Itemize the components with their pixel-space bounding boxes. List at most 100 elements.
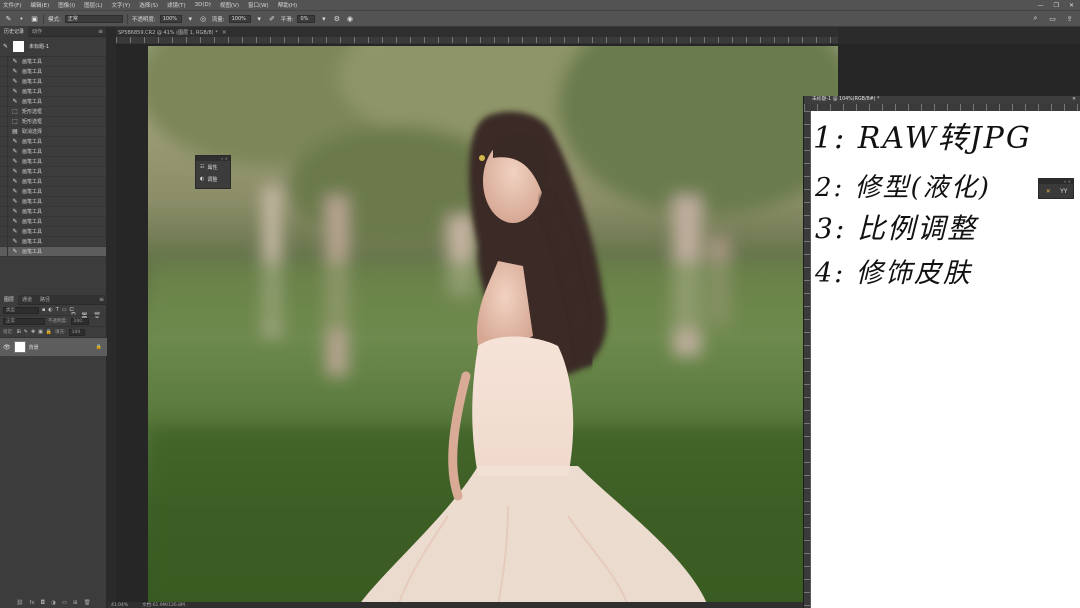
history-item[interactable]: ✎ 画笔工具: [0, 236, 106, 247]
history-snapshot[interactable]: ✎ 未标题-1: [0, 37, 106, 57]
history-source-checkbox[interactable]: [0, 86, 8, 97]
close-button[interactable]: ✕: [1069, 2, 1074, 9]
menu-select[interactable]: 选择(S): [139, 1, 158, 9]
airbrush-icon[interactable]: ✐: [268, 14, 277, 23]
history-source-checkbox[interactable]: [0, 96, 8, 107]
history-item[interactable]: ✎ 画笔工具: [0, 216, 106, 227]
history-item[interactable]: ✎ 画笔工具: [0, 76, 106, 87]
history-item[interactable]: ✎ 画笔工具: [0, 226, 106, 237]
history-item[interactable]: ✎ 画笔工具: [0, 196, 106, 207]
history-item[interactable]: ✎ 画笔工具: [0, 146, 106, 157]
menu-layer[interactable]: 图层(L): [84, 1, 102, 9]
history-item[interactable]: ✎ 画笔工具: [0, 156, 106, 167]
layer-opacity-input[interactable]: 100: [70, 317, 89, 325]
chevron-down-icon[interactable]: ▾: [319, 14, 328, 23]
adjustments-button[interactable]: ◐ 调整: [196, 173, 230, 185]
menu-help[interactable]: 帮助(H): [278, 1, 297, 9]
photo-canvas[interactable]: [148, 46, 838, 606]
history-item[interactable]: ✎ 画笔工具: [0, 86, 106, 97]
history-source-checkbox[interactable]: [0, 56, 8, 67]
layer-item-background[interactable]: 👁 背景 🔒: [0, 338, 107, 356]
menu-image[interactable]: 图像(I): [58, 1, 75, 9]
tab-history[interactable]: 历史记录: [0, 26, 29, 37]
workspace-icon[interactable]: ▭: [1048, 14, 1057, 23]
flow-input[interactable]: 100%: [228, 14, 251, 23]
history-item[interactable]: ✎ 画笔工具: [0, 56, 106, 67]
menu-edit[interactable]: 编辑(E): [30, 1, 49, 9]
minimize-button[interactable]: —: [1038, 2, 1044, 9]
history-item[interactable]: ✎ 画笔工具: [0, 66, 106, 77]
history-source-checkbox[interactable]: [0, 156, 8, 167]
history-item[interactable]: ✎ 画笔工具: [0, 166, 106, 177]
lock-all-icon[interactable]: 🔒: [46, 329, 52, 335]
lock-artboard-icon[interactable]: ▣: [38, 329, 43, 335]
chevron-down-icon[interactable]: ▾: [186, 14, 195, 23]
history-item[interactable]: ✎ 画笔工具: [0, 186, 106, 197]
history-source-checkbox[interactable]: [0, 136, 8, 147]
floating-document-titlebar[interactable]: 未标题-1 @ 104%(RGB/8#) * ✕: [804, 96, 1080, 104]
tab-channels[interactable]: 通道: [18, 295, 36, 305]
brush-tool-icon[interactable]: ✎: [4, 14, 13, 23]
history-source-checkbox[interactable]: [0, 116, 8, 127]
filter-smart-icon[interactable]: ⧠: [70, 307, 74, 313]
menu-window[interactable]: 窗口(W): [248, 1, 269, 9]
search-icon[interactable]: ⌕: [1031, 14, 1040, 23]
lock-move-icon[interactable]: ✥: [31, 329, 35, 335]
close-window-icon[interactable]: ✕: [1072, 96, 1076, 104]
fill-input[interactable]: 100: [68, 328, 85, 336]
history-item[interactable]: ⬚ 矩形选框: [0, 116, 106, 127]
tab-layers[interactable]: 图层: [0, 294, 19, 305]
history-source-checkbox[interactable]: [0, 186, 8, 197]
pressure-size-icon[interactable]: ◉: [345, 14, 354, 23]
history-source-checkbox[interactable]: [0, 126, 8, 137]
yy-plugin-button[interactable]: YY: [1058, 186, 1071, 197]
folder-icon[interactable]: ▭: [62, 600, 67, 606]
tab-paths[interactable]: 路径: [36, 295, 54, 305]
maximize-button[interactable]: ❐: [1054, 2, 1059, 9]
layer-search-input[interactable]: 类型: [3, 306, 39, 314]
close-tab-icon[interactable]: ×: [222, 29, 227, 36]
new-layer-icon[interactable]: ⊞: [73, 600, 78, 606]
document-tab[interactable]: SP5B6859.CR2 @ 41% (图层 1, RGB/8) * ×: [116, 27, 838, 37]
panel-menu-icon[interactable]: ≡: [98, 27, 103, 37]
history-item[interactable]: ✎ 画笔工具: [0, 136, 106, 147]
menu-3d[interactable]: 3D(D): [195, 2, 211, 8]
history-item[interactable]: ▤ 取消选择: [0, 126, 106, 137]
mode-select[interactable]: 正常: [64, 14, 123, 23]
gear-icon[interactable]: ⚙: [332, 14, 341, 23]
history-source-checkbox[interactable]: [0, 216, 8, 227]
brush-preset-icon[interactable]: •: [17, 14, 26, 23]
history-source-checkbox[interactable]: [0, 176, 8, 187]
menu-filter[interactable]: 滤镜(T): [167, 1, 186, 9]
smooth-input[interactable]: 0%: [297, 14, 316, 23]
adjustment-icon[interactable]: ◑: [51, 600, 56, 606]
eye-icon[interactable]: 👁: [3, 344, 11, 351]
history-source-checkbox[interactable]: [0, 146, 8, 157]
zoom-level[interactable]: 41.04%: [111, 603, 128, 608]
filter-type-icon[interactable]: T: [56, 307, 59, 313]
menu-file[interactable]: 文件(F): [3, 1, 21, 9]
filter-pixel-icon[interactable]: ▪: [42, 307, 45, 313]
fx-icon[interactable]: fx: [29, 600, 34, 606]
brush-settings-icon[interactable]: ▣: [30, 14, 39, 23]
history-source-checkbox[interactable]: [0, 226, 8, 237]
menu-view[interactable]: 视图(V): [220, 1, 239, 9]
trash-icon[interactable]: 🗑: [84, 600, 91, 606]
tab-actions[interactable]: 动作: [28, 27, 46, 37]
pressure-opacity-icon[interactable]: ◎: [199, 14, 208, 23]
history-item[interactable]: ⬚ 矩形选框: [0, 106, 106, 117]
mask-icon[interactable]: ◘: [41, 600, 45, 606]
history-item[interactable]: ✎ 画笔工具: [0, 206, 106, 217]
share-icon[interactable]: ⇪: [1065, 14, 1074, 23]
history-item[interactable]: ✎ 画笔工具: [0, 96, 106, 107]
blend-mode-select[interactable]: 正常: [3, 317, 45, 325]
history-source-checkbox[interactable]: [0, 236, 8, 247]
history-source-checkbox[interactable]: [0, 76, 8, 87]
filter-shape-icon[interactable]: ▭: [62, 307, 67, 313]
chevron-down-icon[interactable]: ▾: [255, 14, 264, 23]
history-source-checkbox[interactable]: [0, 206, 8, 217]
lock-pixels-icon[interactable]: ⊞: [17, 329, 21, 335]
filter-adjust-icon[interactable]: ◐: [48, 307, 52, 313]
link-icon[interactable]: ⛓: [16, 600, 23, 606]
history-item[interactable]: ✎ 画笔工具: [0, 176, 106, 187]
